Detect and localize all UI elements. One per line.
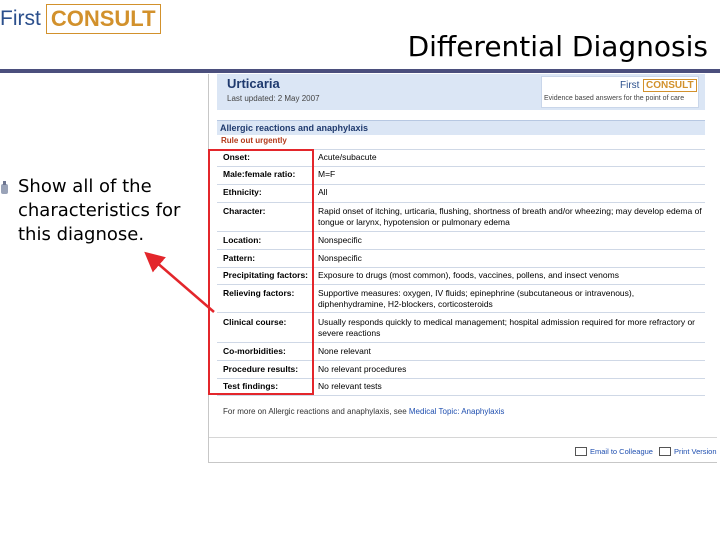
logo-first-text: First bbox=[0, 7, 41, 30]
row-value-onset: Acute/subacute bbox=[318, 152, 377, 162]
printer-icon bbox=[659, 447, 671, 456]
rule-out-label: Rule out urgently bbox=[221, 136, 287, 145]
print-version-label: Print Version bbox=[674, 447, 717, 456]
row-value-clinical-course: Usually responds quickly to medical mana… bbox=[318, 317, 696, 338]
mini-logo-consult: CONSULT bbox=[643, 79, 697, 92]
more-info-text: For more on Allergic reactions and anaph… bbox=[223, 407, 504, 416]
row-value-comorbidities: None relevant bbox=[318, 346, 371, 356]
section-heading-bar: Allergic reactions and anaphylaxis bbox=[217, 120, 705, 135]
row-value-procedure-results: No relevant procedures bbox=[318, 364, 407, 374]
logo-consult-text: CONSULT bbox=[45, 4, 161, 34]
row-value-relieving: Supportive measures: oxygen, IV fluids; … bbox=[318, 288, 635, 309]
envelope-icon bbox=[575, 447, 587, 456]
medical-topic-link[interactable]: Medical Topic: Anaphylaxis bbox=[409, 407, 504, 416]
firstconsult-logo: First CONSULT bbox=[0, 2, 161, 36]
row-divider bbox=[217, 395, 705, 396]
more-info-prefix: For more on Allergic reactions and anaph… bbox=[223, 407, 407, 416]
topic-title: Urticaria bbox=[227, 76, 280, 91]
mini-logo: First CONSULT Evidence based answers for… bbox=[541, 76, 699, 108]
mini-logo-first: First bbox=[620, 80, 640, 91]
last-updated: Last updated: 2 May 2007 bbox=[227, 94, 320, 103]
print-version-link[interactable]: Print Version bbox=[659, 447, 717, 456]
row-value-test-findings: No relevant tests bbox=[318, 381, 382, 391]
email-colleague-link[interactable]: Email to Colleague bbox=[575, 447, 653, 456]
mini-logo-tagline: Evidence based answers for the point of … bbox=[544, 95, 685, 102]
highlight-box bbox=[208, 149, 314, 395]
section-heading: Allergic reactions and anaphylaxis bbox=[220, 123, 369, 133]
row-value-location: Nonspecific bbox=[318, 235, 362, 245]
bullet-text: Show all of the characteristics for this… bbox=[18, 176, 181, 245]
title-divider bbox=[0, 69, 720, 73]
row-value-character: Rapid onset of itching, urticaria, flush… bbox=[318, 206, 702, 227]
bullet-icon bbox=[1, 181, 8, 194]
row-value-pattern: Nonspecific bbox=[318, 253, 362, 263]
footer-divider bbox=[209, 437, 717, 438]
row-value-precipitating: Exposure to drugs (most common), foods, … bbox=[318, 270, 619, 280]
email-colleague-label: Email to Colleague bbox=[590, 447, 653, 456]
row-value-ratio: M=F bbox=[318, 169, 336, 179]
row-value-ethnicity: All bbox=[318, 187, 328, 197]
topic-header: Urticaria Last updated: 2 May 2007 First… bbox=[217, 74, 705, 110]
slide-title: Differential Diagnosis bbox=[407, 30, 708, 63]
